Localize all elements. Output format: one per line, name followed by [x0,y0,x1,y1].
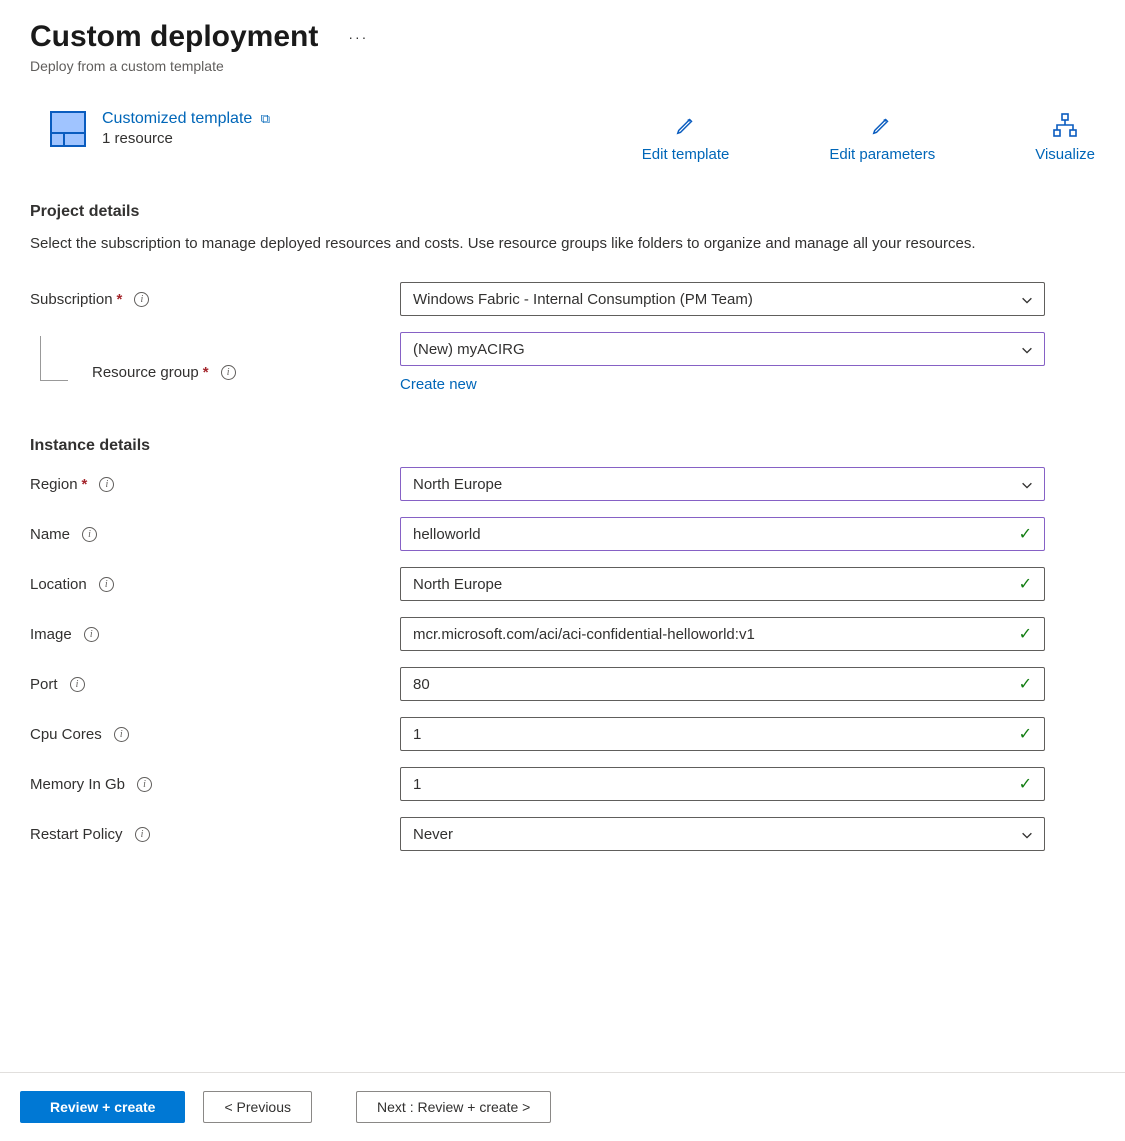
project-details-helper: Select the subscription to manage deploy… [30,233,1030,254]
check-icon: ✓ [1019,624,1032,644]
check-icon: ✓ [1019,774,1032,794]
memory-value: 1 [413,776,421,793]
info-icon[interactable]: i [84,627,99,642]
edit-template-label: Edit template [642,146,730,163]
page-title: Custom deployment [30,20,318,54]
location-label: Location [30,576,87,593]
visualize-label: Visualize [1035,146,1095,163]
memory-input[interactable]: 1 ✓ [400,767,1045,801]
project-details-heading: Project details [30,203,1095,221]
name-value: helloworld [413,526,481,543]
info-icon[interactable]: i [221,365,236,380]
edit-parameters-label: Edit parameters [829,146,935,163]
check-icon: ✓ [1019,674,1032,694]
subscription-label: Subscription [30,291,113,308]
check-icon: ✓ [1019,524,1032,544]
info-icon[interactable]: i [82,527,97,542]
location-value: North Europe [413,576,502,593]
hierarchy-icon [1052,110,1078,140]
info-icon[interactable]: i [99,577,114,592]
port-label: Port [30,676,58,693]
page-subtitle: Deploy from a custom template [30,58,1095,74]
chevron-down-icon [1020,828,1032,840]
info-icon[interactable]: i [135,827,150,842]
image-value: mcr.microsoft.com/aci/aci-confidential-h… [413,626,755,643]
instance-details-heading: Instance details [30,437,1095,455]
restart-policy-label: Restart Policy [30,826,123,843]
pencil-icon [675,110,697,140]
resource-group-select[interactable]: (New) myACIRG [400,332,1045,366]
port-value: 80 [413,676,430,693]
required-marker: * [117,291,123,308]
location-input[interactable]: North Europe ✓ [400,567,1045,601]
more-actions-icon[interactable]: ··· [348,29,368,45]
cpu-cores-label: Cpu Cores [30,726,102,743]
restart-policy-value: Never [413,826,453,843]
chevron-down-icon [1020,478,1032,490]
previous-button[interactable]: < Previous [203,1091,312,1123]
memory-label: Memory In Gb [30,776,125,793]
edit-parameters-button[interactable]: Edit parameters [829,110,935,163]
chevron-down-icon [1020,293,1032,305]
next-button[interactable]: Next : Review + create > [356,1091,551,1123]
info-icon[interactable]: i [137,777,152,792]
chevron-down-icon [1020,343,1032,355]
info-icon[interactable]: i [99,477,114,492]
restart-policy-select[interactable]: Never [400,817,1045,851]
region-value: North Europe [413,476,502,493]
visualize-button[interactable]: Visualize [1035,110,1095,163]
check-icon: ✓ [1019,724,1032,744]
pencil-icon [871,110,893,140]
template-resource-count: 1 resource [102,130,270,147]
info-icon[interactable]: i [70,677,85,692]
edit-template-button[interactable]: Edit template [642,110,730,163]
region-label: Region [30,476,78,493]
template-icon [50,111,86,147]
customized-template-label: Customized template [102,110,252,127]
image-input[interactable]: mcr.microsoft.com/aci/aci-confidential-h… [400,617,1045,651]
cpu-cores-input[interactable]: 1 ✓ [400,717,1045,751]
tree-line [40,336,68,381]
review-create-button[interactable]: Review + create [20,1091,185,1123]
required-marker: * [82,476,88,493]
resource-group-label: Resource group [92,364,199,381]
customized-template-link[interactable]: Customized template ⧉ [102,110,270,128]
region-select[interactable]: North Europe [400,467,1045,501]
required-marker: * [203,364,209,381]
name-label: Name [30,526,70,543]
resource-group-value: (New) myACIRG [413,341,525,358]
info-icon[interactable]: i [114,727,129,742]
info-icon[interactable]: i [134,292,149,307]
check-icon: ✓ [1019,574,1032,594]
popout-icon: ⧉ [261,111,270,126]
subscription-select[interactable]: Windows Fabric - Internal Consumption (P… [400,282,1045,316]
create-new-link[interactable]: Create new [400,376,477,393]
image-label: Image [30,626,72,643]
cpu-cores-value: 1 [413,726,421,743]
name-input[interactable]: helloworld ✓ [400,517,1045,551]
port-input[interactable]: 80 ✓ [400,667,1045,701]
subscription-value: Windows Fabric - Internal Consumption (P… [413,291,753,308]
